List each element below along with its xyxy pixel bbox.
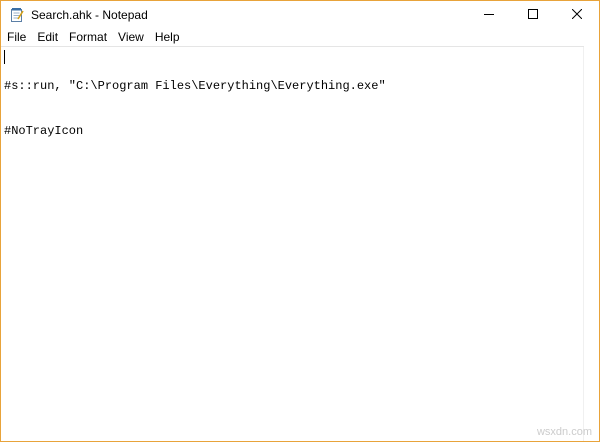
editor-line: #NoTrayIcon [4,124,84,138]
minimize-button[interactable] [467,1,511,29]
text-editor[interactable]: #s::run, "C:\Program Files\Everything\Ev… [1,46,584,441]
maximize-icon [528,6,538,24]
close-icon [571,6,583,24]
menu-format[interactable]: Format [63,29,112,46]
editor-line: #s::run, "C:\Program Files\Everything\Ev… [4,79,386,93]
maximize-button[interactable] [511,1,555,29]
editor-text[interactable]: #s::run, "C:\Program Files\Everything\Ev… [4,49,584,441]
minimize-icon [484,6,494,24]
menu-file[interactable]: File [1,29,31,46]
notepad-icon[interactable] [9,7,25,23]
close-button[interactable] [555,1,599,29]
notepad-window: Search.ahk - Notepad File Edit Format Vi… [0,0,600,442]
menu-view[interactable]: View [112,29,149,46]
menu-help[interactable]: Help [149,29,185,46]
window-title: Search.ahk - Notepad [31,8,148,22]
title-bar[interactable]: Search.ahk - Notepad [1,1,599,29]
menu-edit[interactable]: Edit [31,29,63,46]
vertical-scrollbar[interactable] [583,47,599,441]
menu-bar: File Edit Format View Help [1,29,599,46]
watermark: wsxdn.com [536,426,592,438]
text-caret [4,50,5,64]
